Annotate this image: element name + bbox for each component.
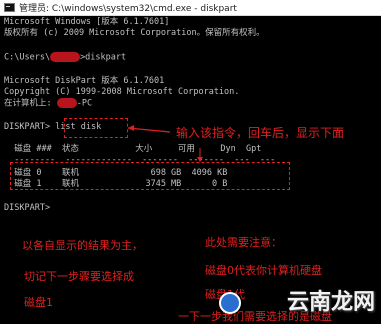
arrow-head-command — [128, 125, 134, 131]
arrow-head-table — [197, 157, 203, 162]
annotation-notice: 此处需要注意： — [205, 236, 282, 249]
annotation-result-note: 以各自显示的结果为主， — [22, 239, 143, 252]
watermark: 云南龙网 — [286, 290, 375, 315]
annotation-disk1: 磁盘1 — [24, 296, 53, 309]
annotation-caution: 切记下一步骤要选择成 — [24, 270, 134, 283]
arrow-to-command — [127, 127, 171, 133]
annotation-disk0-desc: 磁盘0代表你计算机硬盘 — [205, 264, 322, 277]
watermark-logo-icon — [219, 292, 241, 314]
annotation-enter-command: 输入该指令，回车后，显示下面 — [176, 126, 345, 140]
cmd-window: 管理员: C:\windows\system32\cmd.exe - diskp… — [0, 0, 381, 324]
